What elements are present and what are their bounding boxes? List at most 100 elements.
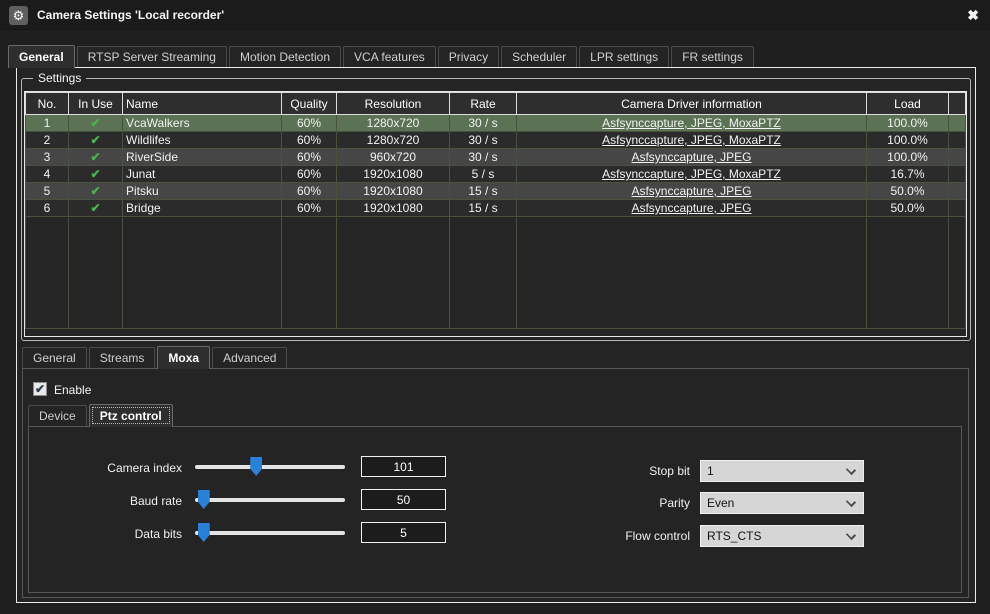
cell-load: 50.0% (867, 183, 949, 200)
col-header-load[interactable]: Load (867, 93, 949, 115)
driver-link[interactable]: Asfsynccapture, JPEG (631, 201, 751, 215)
tab-camera-streams[interactable]: Streams (89, 347, 156, 368)
stop-bit-label: Stop bit (540, 464, 690, 478)
settings-group-label: Settings (33, 71, 86, 85)
cell-load: 50.0% (867, 200, 949, 217)
cell-no: 2 (26, 132, 69, 149)
slider-thumb[interactable] (198, 490, 210, 509)
cell-spacer (949, 166, 966, 183)
parity-dropdown[interactable]: Even (700, 492, 864, 514)
title-bar: ⚙ Camera Settings 'Local recorder' ✖ (0, 0, 990, 30)
table-row[interactable]: 3 ✔ RiverSide 60% 960x720 30 / s Asfsync… (26, 149, 966, 166)
data-bits-value-field[interactable] (361, 522, 446, 543)
cell-driver: Asfsynccapture, JPEG, MoxaPTZ (517, 132, 867, 149)
enable-checkbox[interactable]: ✔ (33, 382, 47, 396)
driver-link[interactable]: Asfsynccapture, JPEG, MoxaPTZ (602, 116, 781, 130)
cell-resolution: 1920x1080 (337, 183, 450, 200)
tab-camera-advanced[interactable]: Advanced (212, 347, 287, 368)
tab-rtsp-server-streaming[interactable]: RTSP Server Streaming (77, 46, 227, 67)
main-tab-strip: General RTSP Server Streaming Motion Det… (8, 45, 756, 68)
table-row[interactable]: 4 ✔ Junat 60% 1920x1080 5 / s Asfsynccap… (26, 166, 966, 183)
check-icon: ✔ (69, 166, 123, 183)
camera-settings-icon: ⚙ (9, 6, 28, 25)
table-row[interactable]: 5 ✔ Pitsku 60% 1920x1080 15 / s Asfsyncc… (26, 183, 966, 200)
cell-no: 3 (26, 149, 69, 166)
tab-general[interactable]: General (8, 45, 75, 68)
slider-track[interactable] (195, 465, 345, 469)
check-icon: ✔ (69, 149, 123, 166)
data-bits-slider[interactable] (195, 523, 345, 542)
tab-fr-settings[interactable]: FR settings (671, 46, 754, 67)
col-header-rate[interactable]: Rate (450, 93, 517, 115)
enable-label: Enable (54, 383, 91, 397)
moxa-sub-tab-strip: Device Ptz control (28, 404, 175, 427)
cell-driver: Asfsynccapture, JPEG (517, 149, 867, 166)
camera-index-slider[interactable] (195, 457, 345, 476)
flow-control-label: Flow control (540, 529, 690, 543)
baud-rate-label: Baud rate (40, 494, 182, 508)
cell-name: VcaWalkers (123, 115, 282, 132)
cell-load: 16.7% (867, 166, 949, 183)
slider-thumb[interactable] (198, 523, 210, 542)
slider-track[interactable] (195, 531, 345, 535)
cell-driver: Asfsynccapture, JPEG, MoxaPTZ (517, 166, 867, 183)
cell-spacer (949, 183, 966, 200)
chevron-down-icon (846, 530, 856, 540)
check-icon: ✔ (90, 150, 100, 164)
tab-device[interactable]: Device (28, 405, 87, 426)
cell-resolution: 1920x1080 (337, 166, 450, 183)
cell-rate: 30 / s (450, 115, 517, 132)
cell-name: Wildlifes (123, 132, 282, 149)
close-icon[interactable]: ✖ (967, 0, 979, 30)
tab-scheduler[interactable]: Scheduler (501, 46, 577, 67)
cell-no: 6 (26, 200, 69, 217)
col-header-no[interactable]: No. (26, 93, 69, 115)
table-header-row: No. In Use Name Quality Resolution Rate … (26, 93, 966, 115)
check-icon: ✔ (90, 133, 100, 147)
col-header-spacer (949, 93, 966, 115)
cell-no: 1 (26, 115, 69, 132)
cell-resolution: 1280x720 (337, 132, 450, 149)
tab-camera-moxa[interactable]: Moxa (157, 346, 210, 369)
slider-thumb[interactable] (250, 457, 262, 476)
cell-rate: 15 / s (450, 183, 517, 200)
table-row[interactable]: 1 ✔ VcaWalkers 60% 1280x720 30 / s Asfsy… (26, 115, 966, 132)
col-header-resolution[interactable]: Resolution (337, 93, 450, 115)
tab-vca-features[interactable]: VCA features (343, 46, 436, 67)
cell-load: 100.0% (867, 132, 949, 149)
slider-track[interactable] (195, 498, 345, 502)
baud-rate-slider[interactable] (195, 490, 345, 509)
col-header-name[interactable]: Name (123, 93, 282, 115)
col-header-in-use[interactable]: In Use (69, 93, 123, 115)
col-header-driver[interactable]: Camera Driver information (517, 93, 867, 115)
tab-privacy[interactable]: Privacy (438, 46, 499, 67)
tab-camera-general[interactable]: General (22, 347, 87, 368)
camera-index-label: Camera index (40, 461, 182, 475)
table-empty-area (26, 217, 966, 329)
flow-control-value: RTS_CTS (707, 529, 761, 543)
driver-link[interactable]: Asfsynccapture, JPEG, MoxaPTZ (602, 167, 781, 181)
flow-control-dropdown[interactable]: RTS_CTS (700, 525, 864, 547)
cell-name: RiverSide (123, 149, 282, 166)
driver-link[interactable]: Asfsynccapture, JPEG (631, 150, 751, 164)
table-row[interactable]: 2 ✔ Wildlifes 60% 1280x720 30 / s Asfsyn… (26, 132, 966, 149)
driver-link[interactable]: Asfsynccapture, JPEG, MoxaPTZ (602, 133, 781, 147)
check-icon: ✔ (90, 116, 100, 130)
tab-lpr-settings[interactable]: LPR settings (579, 46, 669, 67)
camera-tab-strip: General Streams Moxa Advanced (22, 346, 289, 369)
col-header-quality[interactable]: Quality (282, 93, 337, 115)
cell-spacer (949, 200, 966, 217)
cell-quality: 60% (282, 149, 337, 166)
baud-rate-value-field[interactable] (361, 489, 446, 510)
driver-link[interactable]: Asfsynccapture, JPEG (631, 184, 751, 198)
tab-ptz-control[interactable]: Ptz control (89, 404, 173, 427)
stop-bit-dropdown[interactable]: 1 (700, 460, 864, 482)
parity-label: Parity (540, 496, 690, 510)
cell-quality: 60% (282, 115, 337, 132)
tab-motion-detection[interactable]: Motion Detection (229, 46, 341, 67)
cell-rate: 5 / s (450, 166, 517, 183)
camera-index-value-field[interactable] (361, 456, 446, 477)
cell-rate: 30 / s (450, 149, 517, 166)
check-icon: ✔ (69, 115, 123, 132)
table-row[interactable]: 6 ✔ Bridge 60% 1920x1080 15 / s Asfsyncc… (26, 200, 966, 217)
